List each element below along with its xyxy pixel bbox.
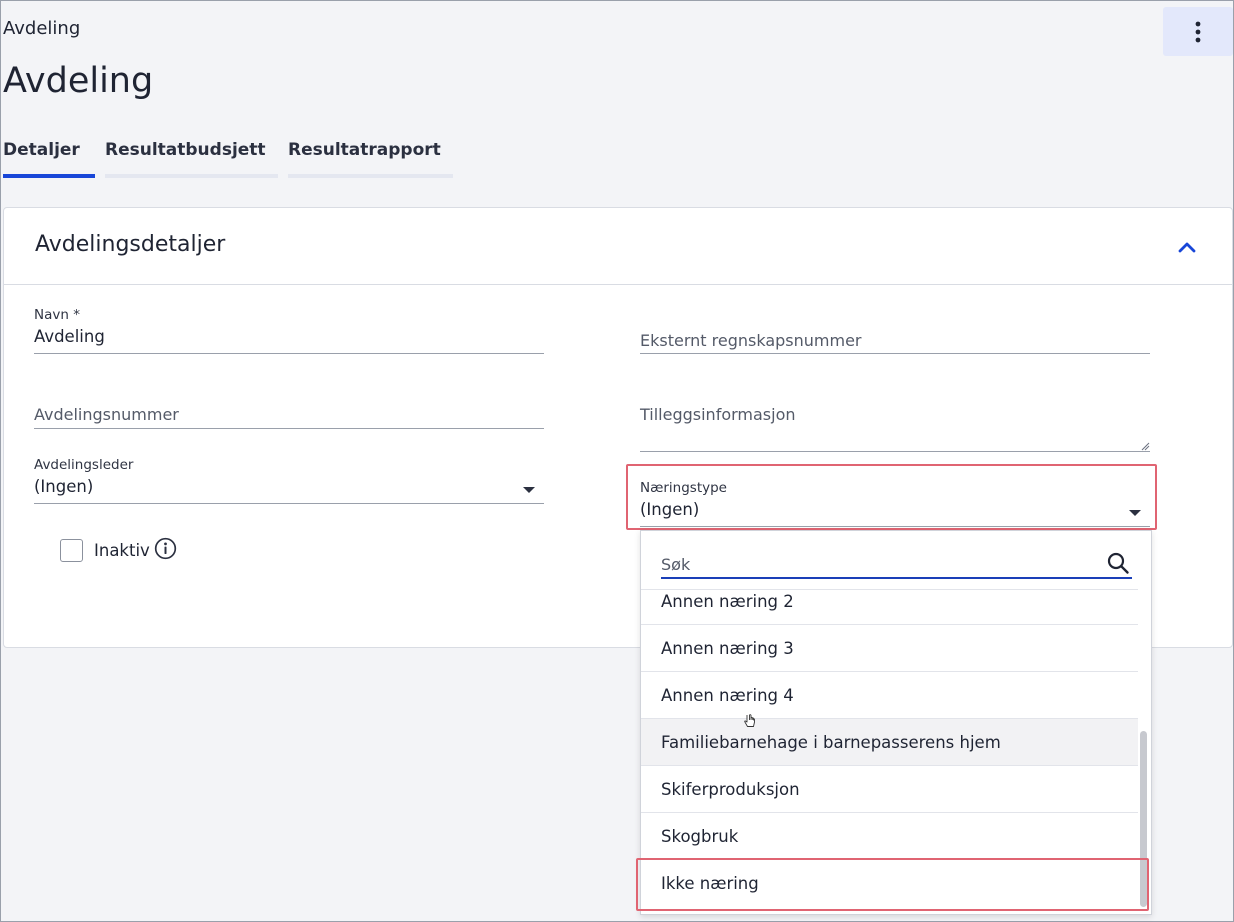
page-title: Avdeling bbox=[3, 61, 154, 101]
breadcrumb[interactable]: Avdeling bbox=[3, 18, 80, 39]
chevron-up-icon bbox=[1178, 242, 1196, 253]
dropdown-option[interactable]: Annen næring 3 bbox=[641, 625, 1138, 672]
avdelingsnummer-field[interactable]: Avdelingsnummer bbox=[34, 405, 544, 429]
caret-down-icon bbox=[523, 487, 535, 493]
eksternt-regnskapsnummer-field[interactable]: Eksternt regnskapsnummer bbox=[640, 331, 1150, 354]
app-window: Avdeling Avdeling Detaljer Resultatbudsj… bbox=[0, 0, 1234, 922]
resize-handle-icon[interactable] bbox=[1140, 441, 1150, 451]
navn-label: Navn * bbox=[34, 307, 80, 323]
tab-resultatrapport[interactable]: Resultatrapport bbox=[288, 140, 453, 178]
navn-field[interactable]: Navn * Avdeling bbox=[34, 307, 544, 354]
dropdown-option[interactable]: Annen næring 2 bbox=[641, 578, 1138, 625]
avdelingsleder-select[interactable]: Avdelingsleder (Ingen) bbox=[34, 457, 544, 504]
card-header[interactable]: Avdelingsdetaljer bbox=[4, 208, 1232, 285]
tilleggsinformasjon-field[interactable]: Tilleggsinformasjon bbox=[640, 405, 1150, 452]
tab-resultatbudsjett[interactable]: Resultatbudsjett bbox=[105, 140, 278, 178]
inaktiv-checkbox[interactable] bbox=[60, 539, 83, 562]
tab-underline bbox=[288, 174, 453, 178]
inaktiv-label[interactable]: Inaktiv bbox=[94, 541, 150, 560]
dropdown-option[interactable]: Skiferproduksjon bbox=[641, 766, 1138, 813]
collapse-button[interactable] bbox=[1174, 236, 1200, 258]
more-options-button[interactable] bbox=[1163, 7, 1233, 56]
avdelingsleder-value: (Ingen) bbox=[34, 477, 94, 496]
tab-detaljer[interactable]: Detaljer bbox=[3, 140, 95, 178]
ikke-naering-highlight bbox=[636, 858, 1149, 911]
eksternt-placeholder: Eksternt regnskapsnummer bbox=[640, 331, 862, 350]
hand-cursor-icon bbox=[744, 714, 755, 727]
tab-underline bbox=[105, 174, 278, 178]
tab-label: Detaljer bbox=[3, 140, 80, 160]
dropdown-option[interactable]: Skogbruk bbox=[641, 813, 1138, 860]
tab-label: Resultatrapport bbox=[288, 140, 441, 160]
tab-underline bbox=[3, 174, 95, 178]
field-underline bbox=[34, 503, 544, 504]
tab-label: Resultatbudsjett bbox=[105, 140, 266, 160]
avdelingsnummer-placeholder: Avdelingsnummer bbox=[34, 405, 179, 424]
avdelingsleder-label: Avdelingsleder bbox=[34, 457, 134, 473]
tillegg-placeholder: Tilleggsinformasjon bbox=[640, 405, 796, 424]
navn-value: Avdeling bbox=[34, 327, 105, 346]
search-icon[interactable] bbox=[1106, 551, 1130, 575]
card-title: Avdelingsdetaljer bbox=[35, 232, 226, 257]
dropdown-option[interactable]: Familiebarnehage i barnepasserens hjem bbox=[641, 719, 1138, 766]
field-underline bbox=[34, 353, 544, 354]
search-input[interactable] bbox=[661, 552, 1091, 576]
more-vertical-icon bbox=[1195, 21, 1201, 42]
field-underline bbox=[640, 451, 1150, 452]
dropdown-search bbox=[661, 551, 1132, 579]
naeringstype-highlight bbox=[626, 464, 1157, 530]
field-underline bbox=[640, 353, 1150, 354]
info-icon[interactable] bbox=[154, 537, 177, 560]
field-underline bbox=[34, 428, 544, 429]
dropdown-option[interactable]: Annen næring 4 bbox=[641, 672, 1138, 719]
